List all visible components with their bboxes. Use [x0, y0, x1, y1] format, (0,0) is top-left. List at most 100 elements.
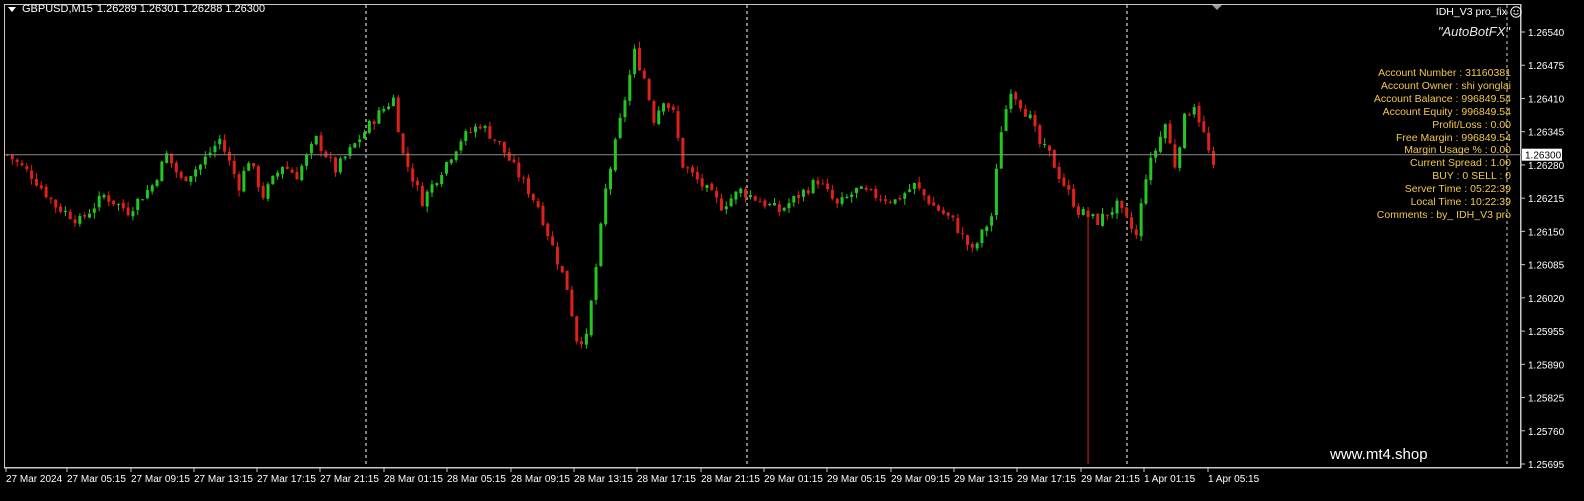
candle-body — [198, 164, 202, 170]
candle-body — [367, 120, 371, 133]
candle-body — [116, 203, 120, 205]
candle-body — [985, 226, 989, 232]
candle-body — [464, 131, 468, 141]
candle-body — [951, 215, 955, 218]
time-tick-label: 29 Mar 09:15 — [891, 474, 950, 485]
candle-body — [609, 168, 612, 190]
candle-body — [594, 267, 598, 300]
account-info-line: Margin Usage % : 0.00 — [1404, 144, 1511, 157]
candle-body — [256, 166, 260, 188]
candle-body — [68, 211, 72, 220]
candle-body — [744, 189, 748, 198]
candle-body — [1038, 125, 1042, 145]
candle-body — [763, 200, 767, 207]
time-tick-label: 28 Mar 01:15 — [384, 474, 443, 485]
candle-body — [44, 186, 48, 198]
price-tick-label: 1.25760 — [1528, 427, 1565, 438]
price-chart[interactable]: 1.26540 1.26475 1.26410 1.26345 1.26280 1.262… — [0, 0, 1584, 496]
candle-body — [478, 126, 482, 129]
symbol-timeframe: GBPUSD,M15 — [22, 3, 93, 15]
candle-body — [232, 160, 236, 174]
candle-body — [377, 110, 381, 124]
expert-advisor-header[interactable]: IDH_V3 pro_fix — [1436, 6, 1522, 18]
candle-body — [850, 194, 854, 198]
candle-body — [314, 135, 318, 145]
candle-body — [618, 117, 622, 138]
expert-name: IDH_V3 pro_fix — [1435, 6, 1507, 18]
candle-body — [937, 205, 941, 211]
candle-body — [34, 178, 38, 186]
price-tick-label: 1.25890 — [1528, 360, 1565, 371]
price-tick-label: 1.25825 — [1528, 394, 1565, 405]
candle-body — [416, 180, 420, 186]
candle-body — [575, 316, 579, 342]
candle-body — [671, 106, 675, 110]
candle-body — [184, 176, 188, 182]
candle-body — [642, 70, 646, 79]
account-info-line: Account Equity : 996849.54 — [1382, 105, 1511, 118]
candle-body — [10, 154, 14, 160]
candle-body — [859, 186, 863, 189]
candle-body — [623, 100, 627, 118]
current-price-label: 1.26300 — [1525, 151, 1562, 162]
candle-body — [295, 172, 299, 180]
account-info-line: Server Time : 05:22:39 — [1404, 183, 1511, 196]
candle-body — [758, 201, 762, 203]
candle-body — [855, 187, 859, 194]
account-info-line: Account Balance : 996849.54 — [1373, 92, 1511, 105]
candle-body — [835, 198, 839, 204]
candle-body — [150, 185, 154, 192]
candle-body — [1139, 203, 1143, 237]
time-tick-label: 28 Mar 09:15 — [511, 474, 570, 485]
candle-body — [25, 166, 29, 170]
candle-body — [565, 270, 569, 290]
time-tick-label: 29 Mar 17:15 — [1017, 474, 1076, 485]
candle-body — [970, 243, 974, 248]
candle-body — [498, 141, 502, 143]
candle-body — [1043, 144, 1047, 146]
candle-body — [266, 184, 270, 199]
candle-body — [1081, 209, 1085, 216]
candle-body — [223, 140, 227, 152]
candle-body — [1207, 132, 1211, 151]
candle-body — [300, 165, 304, 181]
candle-body — [526, 177, 530, 195]
chart-background — [0, 0, 1584, 496]
candle-body — [227, 151, 231, 161]
candle-body — [1197, 105, 1201, 123]
smiley-face-icon[interactable] — [1510, 6, 1522, 18]
candle-body — [39, 185, 43, 189]
chart-window[interactable]: 1.26540 1.26475 1.26410 1.26345 1.26280 1.262… — [0, 0, 1584, 496]
candle-body — [502, 141, 506, 153]
candle-body — [507, 152, 511, 161]
candle-body — [107, 195, 111, 202]
candle-body — [179, 171, 183, 178]
candle-body — [1062, 177, 1066, 186]
account-info-panel: Account Number : 31160381 Account Owner :… — [1374, 67, 1511, 222]
candle-body — [59, 206, 63, 212]
candle-body — [748, 194, 752, 198]
candle-body — [473, 126, 477, 133]
candle-body — [1101, 213, 1105, 226]
candle-body — [362, 132, 366, 139]
candle-body — [816, 180, 820, 185]
time-tick-label: 27 Mar 17:15 — [257, 474, 316, 485]
symbol-menu-icon[interactable] — [8, 6, 16, 12]
candle-body — [343, 156, 347, 159]
candle-body — [271, 175, 275, 185]
candle-body — [1072, 188, 1076, 207]
candle-body — [941, 210, 945, 214]
candle-body — [444, 162, 448, 174]
candle-body — [285, 166, 289, 169]
time-tick-label: 27 Mar 13:15 — [194, 474, 253, 485]
symbol-header[interactable]: GBPUSD,M15 1.26289 1.26301 1.26288 1.263… — [8, 3, 265, 15]
candle-body — [932, 202, 936, 206]
candle-body — [309, 143, 313, 154]
price-tick-label: 1.26410 — [1528, 94, 1565, 105]
candle-body — [647, 79, 651, 101]
candle-body — [63, 210, 67, 213]
candle-body — [372, 121, 376, 124]
candle-body — [927, 195, 931, 204]
account-info-line: BUY : 0 SELL : 0 — [1432, 170, 1511, 183]
candle-body — [319, 135, 323, 152]
